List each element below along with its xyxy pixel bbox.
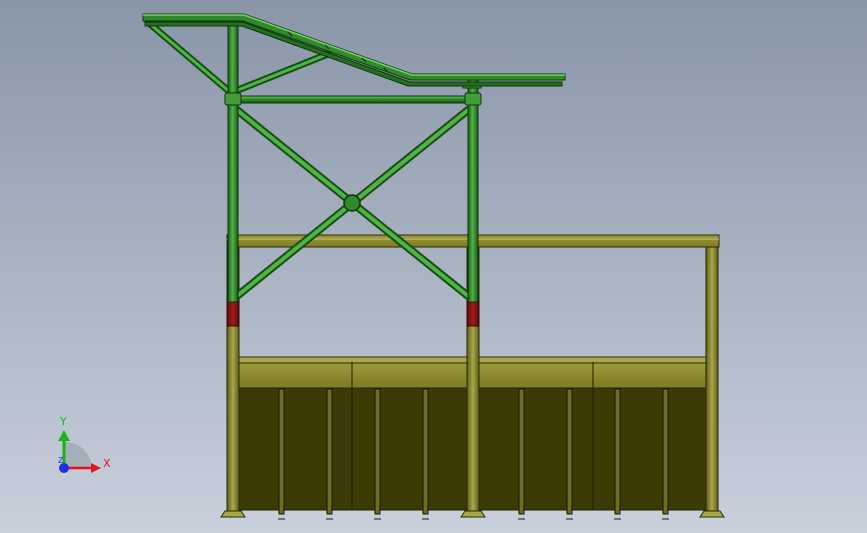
- triad-arc: [65, 442, 92, 469]
- x-axis-label: X: [103, 457, 111, 470]
- orientation-triad[interactable]: Y X Z: [0, 0, 867, 533]
- cad-viewport[interactable]: Y X Z: [0, 0, 867, 533]
- z-axis-label: Z: [58, 456, 64, 465]
- y-axis-label: Y: [59, 415, 67, 428]
